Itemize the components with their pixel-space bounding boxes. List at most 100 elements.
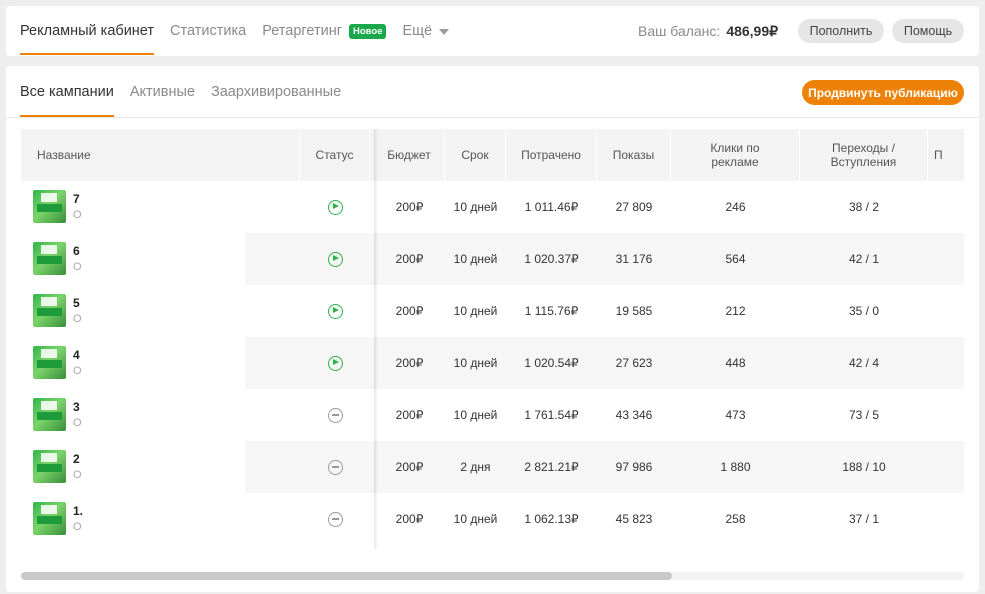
- table-row[interactable]: 7 О 200₽ 10 дней 1 011.46₽ 27 809 246 38 / 2: [21, 181, 964, 233]
- nav-statistics[interactable]: Статистика: [170, 6, 246, 56]
- table-row[interactable]: 3 О 200₽ 10 дней 1 761.54₽ 43 346 473 73 / 5: [21, 389, 964, 441]
- campaign-thumbnail: [33, 450, 66, 483]
- campaign-subtitle: О: [73, 313, 82, 325]
- play-circle-icon[interactable]: [327, 355, 343, 371]
- cell-shows: 43 346: [615, 408, 653, 422]
- table-row[interactable]: 6 О 200₽ 10 дней 1 020.37₽ 31 176 564 42 / 1: [21, 233, 964, 285]
- cell-term: 10 дней: [453, 512, 498, 526]
- campaign-title[interactable]: 1.: [73, 504, 83, 518]
- cell-clicks: 448: [725, 356, 746, 370]
- tab-all-campaigns[interactable]: Все кампании: [20, 66, 114, 117]
- cell-spent: 1 020.54₽: [524, 356, 579, 370]
- cell-term: 10 дней: [453, 356, 498, 370]
- cell-clicks: 212: [725, 304, 746, 318]
- status-cell: [300, 493, 370, 545]
- promote-publication-button[interactable]: Продвинуть публикацию: [802, 80, 964, 105]
- col-clicks[interactable]: Клики по рекламе: [671, 129, 800, 181]
- cell-spent: 1 011.46₽: [524, 200, 579, 214]
- cell-budget: 200₽: [395, 408, 424, 422]
- campaign-title[interactable]: 5: [73, 296, 80, 310]
- cell-shows: 97 986: [615, 460, 653, 474]
- campaign-tabs: Все кампании Активные Заархивированные: [20, 66, 357, 117]
- campaign-name-cell[interactable]: 7О: [21, 181, 245, 233]
- campaign-name-cell[interactable]: 5О: [21, 285, 245, 337]
- campaign-name-cell[interactable]: 3О: [21, 389, 245, 441]
- col-term[interactable]: Срок: [445, 129, 506, 181]
- campaigns-panel: Все кампании Активные Заархивированные П…: [6, 66, 979, 592]
- cell-spent: 2 821.21₽: [524, 460, 579, 474]
- minus-circle-icon[interactable]: [327, 459, 343, 475]
- table-row[interactable]: 1. О 200₽ 10 дней 1 062.13₽ 45 823 258 37 / 1: [21, 493, 964, 545]
- campaign-title[interactable]: 2: [73, 452, 80, 466]
- cell-term: 10 дней: [453, 304, 498, 318]
- tab-active[interactable]: Активные: [130, 66, 195, 117]
- cell-budget: 200₽: [395, 460, 424, 474]
- cell-spent: 1 062.13₽: [524, 512, 579, 526]
- table-row[interactable]: 5 О 200₽ 10 дней 1 115.76₽ 19 585 212 35 / 0: [21, 285, 964, 337]
- campaign-thumbnail: [33, 398, 66, 431]
- campaign-name-cell[interactable]: 6О: [21, 233, 245, 285]
- campaign-name-cell[interactable]: 1. О: [21, 493, 245, 545]
- nav-statistics-label: Статистика: [170, 23, 247, 39]
- nav-more[interactable]: Ещё: [402, 6, 450, 56]
- cell-budget: 200₽: [395, 304, 424, 318]
- table-row[interactable]: 4 О 200₽ 10 дней 1 020.54₽ 27 623 448 42 / 4: [21, 337, 964, 389]
- campaign-thumbnail: [33, 502, 66, 535]
- campaign-title[interactable]: 7: [73, 192, 80, 206]
- col-spent[interactable]: Потрачено: [506, 129, 597, 181]
- cell-joins: 38 / 2: [848, 200, 880, 214]
- minus-circle-icon[interactable]: [327, 407, 343, 423]
- tab-archived[interactable]: Заархивированные: [211, 66, 341, 117]
- cell-budget: 200₽: [395, 252, 424, 266]
- chevron-down-icon: [439, 28, 450, 35]
- cell-budget: 200₽: [395, 356, 424, 370]
- cell-term: 10 дней: [453, 200, 498, 214]
- minus-circle-icon[interactable]: [327, 511, 343, 527]
- campaign-subtitle: О: [73, 417, 82, 429]
- horizontal-scrollbar[interactable]: [21, 572, 964, 580]
- nav-retargeting-label: Ретаргетинг: [262, 23, 343, 39]
- cell-clicks: 246: [725, 200, 746, 214]
- cell-budget: 200₽: [395, 512, 424, 526]
- cell-shows: 45 823: [615, 512, 653, 526]
- help-button[interactable]: Помощь: [892, 19, 964, 43]
- play-circle-icon[interactable]: [327, 251, 343, 267]
- topup-button[interactable]: Пополнить: [798, 19, 884, 43]
- campaign-thumbnail: [33, 346, 66, 379]
- status-cell: [300, 441, 370, 493]
- balance-label: Ваш баланс:: [638, 23, 721, 39]
- nav-retargeting[interactable]: Ретаргетинг Новое: [262, 6, 387, 56]
- campaign-title[interactable]: 3: [73, 400, 80, 414]
- col-joins[interactable]: Переходы / Вступления: [800, 129, 928, 181]
- col-shows[interactable]: Показы: [597, 129, 671, 181]
- col-name[interactable]: Название: [21, 129, 300, 181]
- cell-joins: 37 / 1: [848, 512, 880, 526]
- balance: Ваш баланс: 486,99₽: [638, 6, 778, 56]
- nav-ad-cabinet[interactable]: Рекламный кабинет: [20, 6, 155, 56]
- status-cell: [300, 337, 370, 389]
- cell-joins: 188 / 10: [842, 460, 886, 474]
- frozen-column-shadow: [374, 129, 378, 549]
- play-circle-icon[interactable]: [327, 303, 343, 319]
- play-circle-icon[interactable]: [327, 199, 343, 215]
- campaign-name-cell[interactable]: 4О: [21, 337, 245, 389]
- status-cell: [300, 389, 370, 441]
- campaign-title[interactable]: 4: [73, 348, 80, 362]
- col-status[interactable]: Статус: [300, 129, 370, 181]
- status-cell: [300, 285, 370, 337]
- col-budget[interactable]: Бюджет: [374, 129, 445, 181]
- campaign-subtitle: О: [73, 209, 82, 221]
- cell-joins: 42 / 1: [848, 252, 880, 266]
- col-next[interactable]: П: [928, 129, 964, 181]
- table-row[interactable]: 2 О 200₽ 2 дня 2 821.21₽ 97 986 1 880 188 / 10: [21, 441, 964, 493]
- cell-shows: 31 176: [615, 252, 653, 266]
- tabs-divider: [6, 117, 979, 118]
- scrollbar-thumb[interactable]: [21, 572, 672, 580]
- campaign-name-cell[interactable]: 2О: [21, 441, 245, 493]
- campaign-title[interactable]: 6: [73, 244, 80, 258]
- cell-joins: 35 / 0: [848, 304, 880, 318]
- balance-value: 486,99₽: [726, 22, 779, 39]
- campaign-thumbnail: [33, 242, 66, 275]
- nav-more-label: Ещё: [402, 23, 433, 39]
- top-nav: Рекламный кабинет Статистика Ретаргетинг…: [20, 6, 465, 56]
